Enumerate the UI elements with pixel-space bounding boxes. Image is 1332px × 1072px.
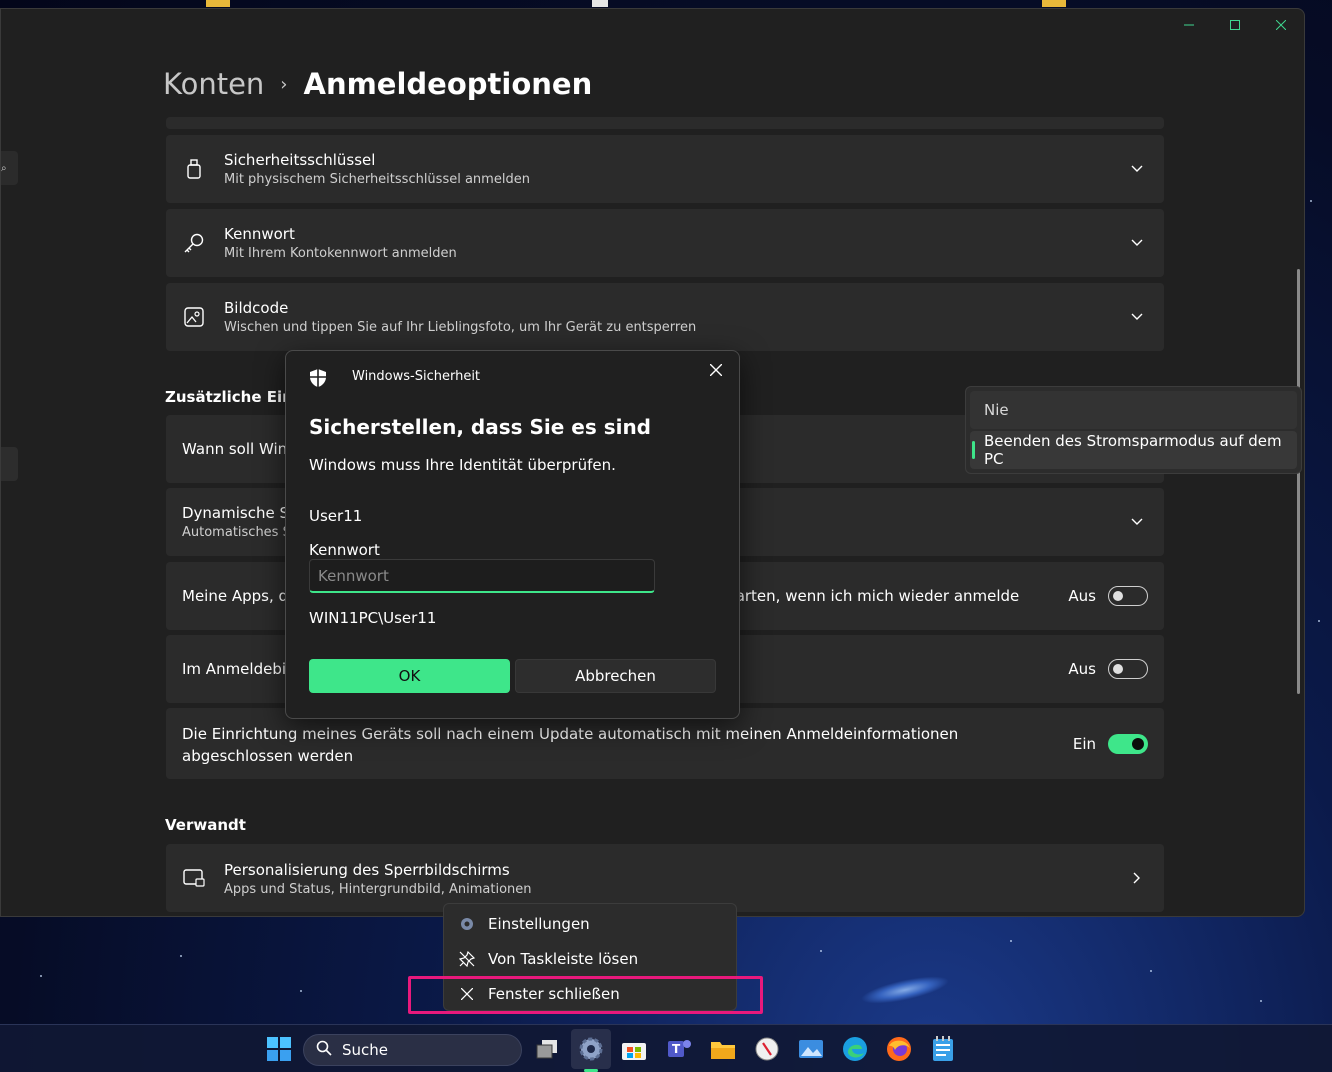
chevron-down-icon[interactable] — [1130, 515, 1144, 529]
picture-icon — [182, 305, 206, 329]
option-subtitle: Wischen und tippen Sie auf Ihr Lieblings… — [224, 320, 697, 335]
close-window-button[interactable] — [1258, 9, 1304, 41]
shield-icon — [308, 368, 328, 388]
minimize-icon — [1184, 24, 1194, 26]
auto-finish-setup-toggle[interactable] — [1108, 733, 1148, 754]
option-subtitle: Mit physischem Sicherheitsschlüssel anme… — [224, 172, 530, 187]
option-picture-password[interactable]: Bildcode Wischen und tippen Sie auf Ihr … — [166, 283, 1164, 351]
chevron-right-icon — [1130, 871, 1144, 885]
desktop-folder-icon — [1042, 0, 1066, 7]
menu-item-settings[interactable]: Einstellungen — [458, 911, 590, 937]
lockscreen-icon — [182, 866, 206, 890]
maximize-button[interactable] — [1212, 9, 1258, 41]
close-icon — [1276, 20, 1286, 30]
dialog-app-name: Windows-Sicherheit — [352, 369, 481, 384]
unpin-icon — [458, 950, 476, 968]
dropdown-option-never[interactable]: Nie — [970, 391, 1297, 429]
store-icon[interactable] — [620, 1035, 648, 1063]
row-title: Dynamische Sp — [182, 504, 299, 522]
start-icon[interactable] — [265, 1035, 293, 1063]
option-password[interactable]: Kennwort Mit Ihrem Kontokennwort anmelde… — [166, 209, 1164, 277]
cancel-button[interactable]: Abbrechen — [515, 659, 716, 693]
dialog-close-button[interactable] — [707, 361, 725, 379]
key-icon — [182, 231, 206, 255]
search-icon — [316, 1040, 332, 1060]
row-label: Die Einrichtung meines Geräts soll nach … — [182, 725, 959, 765]
galaxy-decoration — [858, 970, 952, 1010]
account-details-toggle[interactable] — [1108, 659, 1148, 679]
toggle-state-label: Ein — [1072, 734, 1096, 753]
dialog-domain-user: WIN11PC\User11 — [309, 609, 437, 627]
desktop-folder-icon — [206, 0, 230, 7]
row-label: Im Anmeldebil — [182, 660, 291, 678]
toggle-state-label: Aus — [1068, 587, 1096, 605]
windows-security-dialog: Windows-Sicherheit Sicherstellen, dass S… — [285, 350, 740, 719]
file-explorer-icon[interactable] — [709, 1035, 737, 1063]
breadcrumb-parent[interactable]: Konten — [163, 67, 264, 101]
dialog-username: User11 — [309, 507, 363, 525]
related-subtitle: Apps und Status, Hintergrundbild, Animat… — [224, 882, 532, 897]
restart-apps-toggle[interactable] — [1108, 586, 1148, 606]
desktop-file-icon — [592, 0, 608, 7]
compass-icon[interactable] — [753, 1035, 781, 1063]
option-title: Sicherheitsschlüssel — [224, 151, 376, 169]
close-icon — [710, 364, 722, 376]
usb-key-icon — [182, 157, 206, 181]
taskbar: Suche T — [0, 1024, 1332, 1072]
menu-item-label: Von Taskleiste lösen — [488, 950, 639, 968]
window-controls — [1166, 9, 1304, 41]
breadcrumb: Konten › Anmeldeoptionen — [163, 67, 592, 101]
card-stub — [166, 117, 1164, 129]
taskbar-search[interactable]: Suche — [303, 1034, 522, 1066]
svg-text:T: T — [672, 1042, 681, 1056]
edge-icon[interactable] — [841, 1035, 869, 1063]
search-label: Suche — [342, 1041, 389, 1059]
row-label: Meine Apps, d — [182, 587, 289, 605]
option-title: Bildcode — [224, 299, 289, 317]
maximize-icon — [1230, 20, 1240, 30]
menu-item-label: Einstellungen — [488, 915, 590, 933]
menu-item-unpin[interactable]: Von Taskleiste lösen — [458, 946, 638, 972]
photos-icon[interactable] — [797, 1035, 825, 1063]
gear-icon — [458, 915, 476, 933]
signin-required-dropdown: Nie Beenden des Stromsparmodus auf dem P… — [965, 386, 1302, 474]
chevron-down-icon[interactable] — [1130, 310, 1144, 324]
option-security-key[interactable]: Sicherheitsschlüssel Mit physischem Sich… — [166, 135, 1164, 203]
scrollbar[interactable] — [1297, 269, 1300, 694]
teams-icon[interactable]: T — [665, 1035, 693, 1063]
annotation-highlight-box — [408, 976, 763, 1014]
chevron-down-icon[interactable] — [1130, 236, 1144, 250]
toggle-state-label: Aus — [1068, 660, 1096, 678]
nav-selected-edge[interactable] — [1, 447, 18, 481]
row-label: Wann soll Win — [182, 440, 288, 458]
related-title: Personalisierung des Sperrbildschirms — [224, 861, 510, 879]
option-subtitle: Mit Ihrem Kontokennwort anmelden — [224, 246, 457, 261]
minimize-button[interactable] — [1166, 9, 1212, 41]
chevron-down-icon[interactable] — [1130, 162, 1144, 176]
related-lockscreen-link[interactable]: Personalisierung des Sperrbildschirms Ap… — [166, 844, 1164, 912]
notepad-icon[interactable] — [929, 1035, 957, 1063]
firefox-icon[interactable] — [885, 1035, 913, 1063]
section-heading-related: Verwandt — [165, 816, 246, 834]
search-box-edge[interactable]: ⌕ — [1, 151, 18, 185]
chevron-right-icon: › — [280, 73, 288, 95]
row-subtitle: Automatisches S — [182, 525, 291, 540]
dialog-description: Windows muss Ihre Identität überprüfen. — [309, 456, 616, 474]
ok-button[interactable]: OK — [309, 659, 510, 693]
search-icon: ⌕ — [1, 162, 7, 174]
row-label-continued: starten, wenn ich mich wieder anmelde — [722, 587, 1020, 605]
password-input[interactable] — [309, 559, 655, 593]
password-label: Kennwort — [309, 541, 380, 559]
dropdown-option-wake[interactable]: Beenden des Stromsparmodus auf dem PC — [970, 431, 1297, 469]
dialog-title: Sicherstellen, dass Sie es sind — [309, 415, 652, 439]
task-view-icon[interactable] — [533, 1035, 561, 1063]
page-title: Anmeldeoptionen — [303, 67, 593, 101]
settings-icon[interactable] — [577, 1035, 605, 1063]
option-title: Kennwort — [224, 225, 295, 243]
